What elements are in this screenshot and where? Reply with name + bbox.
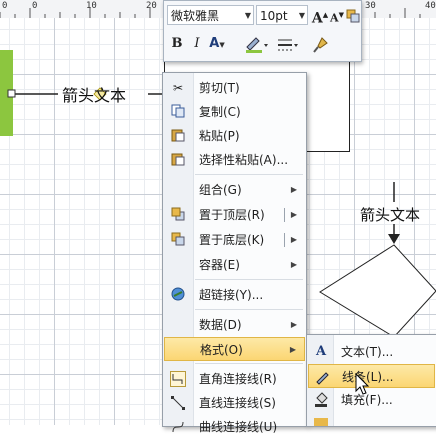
ruler-number: 20 bbox=[146, 1, 157, 11]
submenu-item-line[interactable]: 线条(L)... bbox=[308, 364, 435, 388]
split-divider bbox=[284, 233, 285, 247]
ruler-number: 40 bbox=[425, 1, 436, 11]
menu-item-label: 数据(D) bbox=[199, 318, 242, 332]
decision-diamond-shape[interactable] bbox=[318, 243, 436, 339]
right-arrow-label[interactable]: 箭头文本 bbox=[360, 204, 420, 225]
menu-item-label: 直角连接线(R) bbox=[199, 372, 277, 386]
menu-separator bbox=[195, 363, 303, 364]
menu-separator bbox=[195, 174, 303, 175]
menu-item-right-angle-connector[interactable]: 直角连接线(R) bbox=[164, 367, 305, 391]
bring-to-front-icon bbox=[170, 207, 186, 223]
menu-item-straight-connector[interactable]: 直线连接线(S) bbox=[164, 391, 305, 415]
menu-item-label: 直线连接线(S) bbox=[199, 396, 276, 410]
font-color-button[interactable]: A▼ bbox=[208, 35, 226, 53]
copy-icon bbox=[170, 104, 186, 120]
chevron-down-icon[interactable]: ▼ bbox=[299, 6, 305, 26]
menu-item-hyperlink[interactable]: 超链接(Y)... bbox=[164, 283, 305, 307]
line-icon bbox=[314, 369, 330, 385]
line-color-icon[interactable] bbox=[244, 35, 270, 55]
ruler-number: 0 bbox=[32, 1, 38, 11]
submenu-item-text[interactable]: A 文本(T)... bbox=[308, 340, 435, 364]
bold-button[interactable]: B bbox=[168, 35, 186, 53]
menu-item-label: 选择性粘贴(A)... bbox=[199, 153, 289, 167]
mouse-cursor-icon bbox=[355, 373, 370, 395]
menu-item-label: 置于顶层(R) bbox=[199, 208, 265, 222]
menu-item-format[interactable]: 格式(O) ▶ bbox=[164, 337, 305, 361]
format-submenu: A 文本(T)... 线条(L)... 填充(F)... bbox=[306, 334, 436, 427]
menu-item-label: 超链接(Y)... bbox=[199, 288, 264, 302]
menu-item-paste-special[interactable]: 选择性粘贴(A)... bbox=[164, 148, 305, 172]
font-name-value: 微软雅黑 bbox=[171, 9, 220, 23]
menu-item-label: 粘贴(P) bbox=[199, 129, 240, 143]
menu-item-curved-connector[interactable]: 曲线连接线(U) bbox=[164, 415, 305, 439]
menu-item-send-to-back[interactable]: 置于底层(K) ▶ bbox=[164, 228, 305, 252]
menu-item-container[interactable]: 容器(E) ▶ bbox=[164, 253, 305, 277]
ruler-number: 10 bbox=[86, 1, 97, 11]
format-painter-icon[interactable] bbox=[312, 36, 330, 54]
submenu-arrow-icon: ▶ bbox=[289, 345, 296, 354]
send-to-back-icon bbox=[170, 232, 186, 248]
line-style-icon[interactable] bbox=[276, 35, 300, 55]
curved-connector-icon bbox=[170, 419, 186, 435]
submenu-arrow-icon[interactable]: ▶ bbox=[291, 203, 297, 227]
left-arrow-label[interactable]: 箭头文本 bbox=[62, 82, 126, 106]
menu-item-label: 文本(T)... bbox=[341, 345, 394, 359]
menu-item-paste[interactable]: 粘贴(P) bbox=[164, 124, 305, 148]
menu-item-data[interactable]: 数据(D) ▶ bbox=[164, 313, 305, 337]
menu-item-label: 复制(C) bbox=[199, 105, 241, 119]
scissors-icon: ✂ bbox=[172, 81, 184, 95]
submenu-item-fill[interactable]: 填充(F)... bbox=[308, 388, 435, 412]
submenu-arrow-icon: ▶ bbox=[290, 185, 297, 194]
context-menu: ✂ 剪切(T) 复制(C) 粘贴(P) 选择性粘贴(A)... 组合(G) ▶ … bbox=[162, 72, 307, 434]
font-name-box[interactable]: 微软雅黑 ▼ bbox=[167, 5, 254, 25]
bring-forward-icon[interactable] bbox=[346, 9, 360, 23]
straight-connector-icon bbox=[170, 395, 186, 411]
menu-item-label: 置于底层(K) bbox=[199, 233, 265, 247]
menu-separator bbox=[195, 279, 303, 280]
paste-special-icon bbox=[170, 152, 186, 168]
fill-icon bbox=[313, 392, 329, 408]
mini-toolbar: 微软雅黑 ▼ 10pt ▼ A▲ A▼ B I A▼ bbox=[163, 0, 362, 62]
ruler-number: 30 bbox=[365, 1, 376, 11]
menu-item-label: 组合(G) bbox=[199, 183, 242, 197]
menu-item-label: 格式(O) bbox=[200, 343, 243, 357]
menu-item-label: 容器(E) bbox=[199, 258, 240, 272]
submenu-arrow-icon[interactable]: ▶ bbox=[291, 228, 297, 252]
menu-separator bbox=[195, 309, 303, 310]
menu-item-cut[interactable]: ✂ 剪切(T) bbox=[164, 76, 305, 100]
submenu-arrow-icon: ▶ bbox=[290, 260, 297, 269]
menu-item-label: 剪切(T) bbox=[199, 81, 240, 95]
ruler-number: 0 bbox=[2, 1, 8, 11]
chevron-down-icon[interactable]: ▼ bbox=[245, 6, 251, 26]
font-size-value: 10pt bbox=[260, 9, 288, 23]
hyperlink-icon bbox=[170, 287, 186, 303]
menu-item-copy[interactable]: 复制(C) bbox=[164, 100, 305, 124]
italic-button[interactable]: I bbox=[188, 35, 206, 53]
submenu-arrow-icon: ▶ bbox=[290, 320, 297, 329]
connector-endpoint-handle bbox=[7, 89, 16, 98]
font-size-box[interactable]: 10pt ▼ bbox=[256, 5, 308, 25]
right-angle-connector-icon bbox=[170, 371, 186, 387]
shrink-font-icon[interactable]: A▼ bbox=[328, 6, 346, 25]
grow-font-icon[interactable]: A▲ bbox=[311, 6, 329, 27]
text-icon: A bbox=[315, 344, 327, 359]
menu-item-bring-to-front[interactable]: 置于顶层(R) ▶ bbox=[164, 203, 305, 227]
menu-item-label: 曲线连接线(U) bbox=[199, 420, 278, 434]
split-divider bbox=[284, 208, 285, 222]
paste-icon bbox=[170, 128, 186, 144]
menu-item-group[interactable]: 组合(G) ▶ bbox=[164, 178, 305, 202]
